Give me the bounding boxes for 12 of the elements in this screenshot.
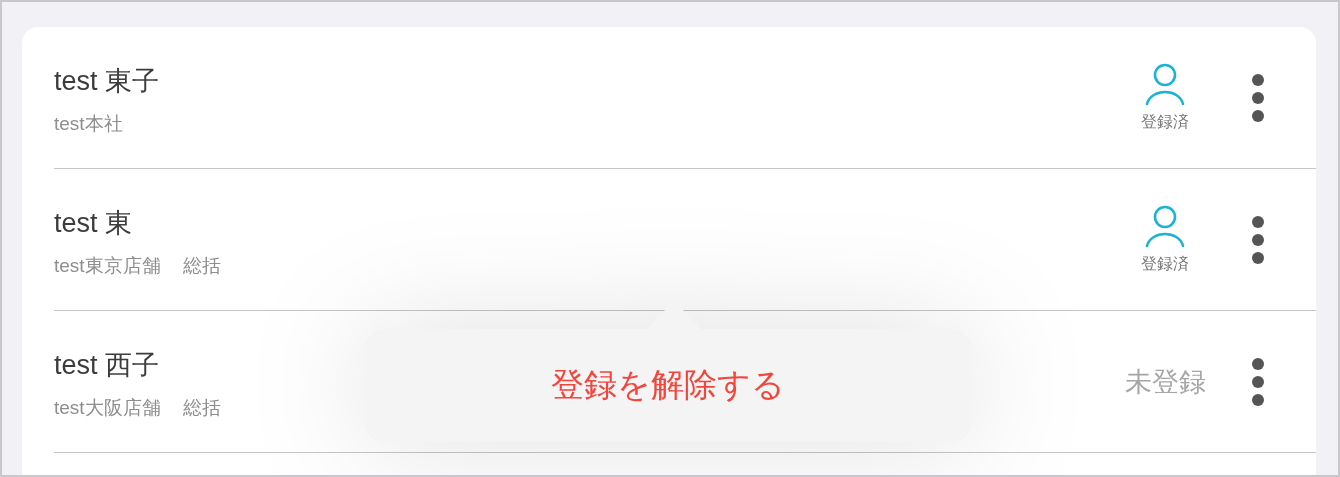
- affiliation-text: test本社: [54, 111, 123, 136]
- status-label: 登録済: [1141, 254, 1189, 274]
- unregister-menu-item[interactable]: 登録を解除する: [543, 359, 793, 412]
- affiliation-text: test大阪店舗: [54, 395, 161, 420]
- affiliation-text: 総括: [182, 253, 221, 278]
- status-label: 登録済: [1141, 112, 1189, 132]
- status-label: 未登録: [1124, 365, 1206, 399]
- affiliation-text: 総括: [182, 395, 221, 420]
- member-name: test 東: [54, 206, 134, 240]
- affiliation-text: test東京店舗: [54, 253, 161, 278]
- member-name: test 東子: [54, 64, 161, 98]
- member-name: test 西子: [54, 348, 161, 382]
